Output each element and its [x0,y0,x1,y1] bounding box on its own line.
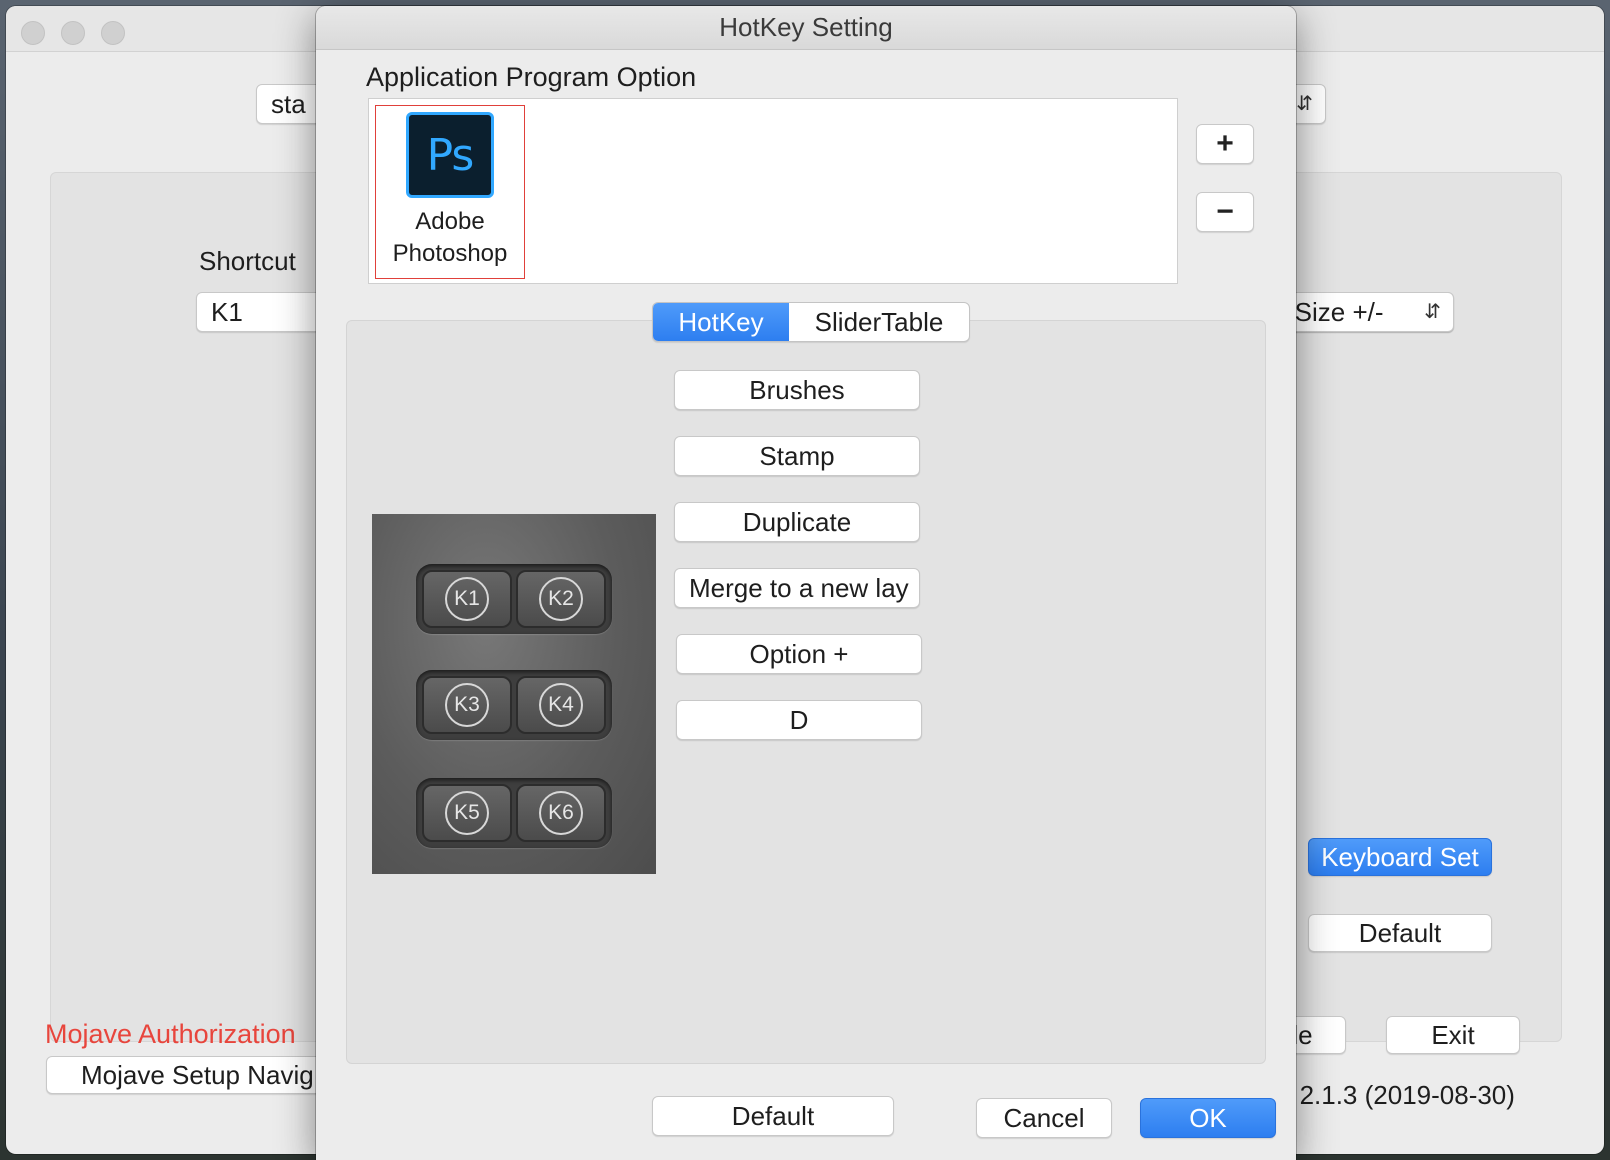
express-key-k3[interactable]: K3 [422,676,512,734]
exit-button[interactable]: Exit [1386,1016,1520,1054]
keyboard-set-button[interactable]: Keyboard Set [1308,838,1492,876]
express-key-k1[interactable]: K1 [422,570,512,628]
chevron-updown-icon: ⇵ [1424,301,1441,323]
minimize-window-button[interactable] [61,21,85,45]
application-list[interactable]: Ps Adobe Photoshop [368,98,1178,284]
hotkey-button-duplicate[interactable]: Duplicate [674,502,920,542]
photoshop-icon: Ps [406,112,494,198]
express-key-k4[interactable]: K4 [516,676,606,734]
dialog-title: HotKey Setting [316,6,1296,50]
hotkey-button-stamp[interactable]: Stamp [674,436,920,476]
tab-hotkey[interactable]: HotKey [653,303,789,341]
close-window-button[interactable] [21,21,45,45]
app-name: Adobe Photoshop [393,206,508,270]
key-label: K3 [445,683,489,727]
tab-bar: HotKey SliderTable [652,302,970,342]
profile-select-value: sta [271,88,306,119]
key-label: K5 [445,791,489,835]
shortcut-label: Shortcut [199,246,296,276]
dialog-default-button[interactable]: Default [652,1096,894,1136]
express-key-k6[interactable]: K6 [516,784,606,842]
express-keys-image: K1 K2 K3 K4 K5 K6 [372,514,656,874]
hotkey-button-option[interactable]: Option + [676,634,922,674]
key-row-2: K3 K4 [416,670,612,740]
ok-button[interactable]: OK [1140,1098,1276,1138]
key-label: K1 [445,577,489,621]
cancel-button[interactable]: Cancel [976,1098,1112,1138]
key-label: K4 [539,683,583,727]
key-label: K6 [539,791,583,835]
add-app-button[interactable]: + [1196,124,1254,164]
hotkey-button-brushes[interactable]: Brushes [674,370,920,410]
hotkey-button-d[interactable]: D [676,700,922,740]
hotkey-setting-dialog: HotKey Setting Application Program Optio… [316,6,1296,1160]
mojave-authorization-link[interactable]: Mojave Authorization [45,1019,296,1050]
app-item-photoshop[interactable]: Ps Adobe Photoshop [375,105,525,279]
hotkey-button-merge[interactable]: Merge to a new lay [674,568,920,608]
tab-slidertable[interactable]: SliderTable [789,303,969,341]
mojave-setup-button[interactable]: Mojave Setup Navig [46,1056,346,1094]
zoom-window-button[interactable] [101,21,125,45]
key-select-value: K1 [211,296,243,327]
app-name-line1: Adobe [415,208,485,235]
key-row-1: K1 K2 [416,564,612,634]
version-text: er: 2.1.3 (2019-08-30) [1262,1080,1515,1110]
chevron-updown-icon: ⇵ [1296,93,1313,115]
express-key-k5[interactable]: K5 [422,784,512,842]
main-default-button[interactable]: Default [1308,914,1492,952]
application-option-label: Application Program Option [366,62,697,92]
key-row-3: K5 K6 [416,778,612,848]
remove-app-button[interactable]: − [1196,192,1254,232]
app-name-line2: Photoshop [392,240,508,267]
key-label: K2 [539,577,583,621]
express-key-k2[interactable]: K2 [516,570,606,628]
